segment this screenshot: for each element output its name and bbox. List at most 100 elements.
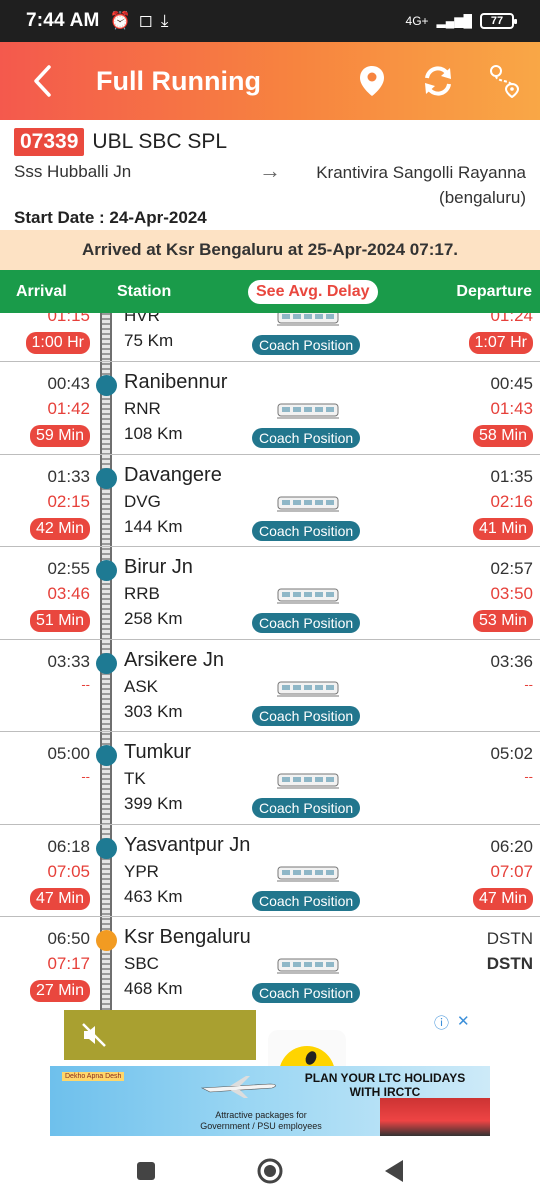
arrival-scheduled: 05:00	[47, 744, 90, 763]
station-code: TK	[124, 769, 146, 788]
coach-position-button[interactable]: Coach Position	[252, 335, 361, 355]
departure-actual: 01:24	[490, 313, 533, 325]
station-distance: 108 Km	[124, 424, 183, 443]
stop-dot	[96, 745, 117, 766]
square-icon	[137, 1162, 155, 1180]
header-departure: Departure	[456, 282, 532, 300]
station-code: RRB	[124, 584, 160, 603]
station-row: 00:43 01:42 59 Min Ranibennur RNR 108 Km…	[0, 362, 540, 455]
arrival-delay-badge: 42 Min	[29, 517, 90, 540]
route-from: Sss Hubballi Jn	[14, 162, 132, 181]
network-label: 4G+	[405, 14, 429, 28]
departure-scheduled: 05:02	[490, 744, 533, 763]
station-list[interactable]: 01:15 1:00 Hr HVR 75 Km Coach Position 0…	[0, 313, 540, 1010]
arrival-actual: 02:15	[47, 491, 90, 511]
station-name: Arsikere Jn	[124, 648, 225, 671]
stop-dot	[96, 375, 117, 396]
departure-scheduled: 00:45	[490, 374, 533, 393]
station-distance: 463 Km	[124, 886, 183, 906]
departure-actual: --	[524, 676, 533, 692]
ad-info-icon[interactable]: ⓘ	[434, 1012, 449, 1033]
battery-level: 77	[490, 15, 504, 27]
arrival-actual: --	[81, 676, 90, 692]
arrival-delay-badge: 47 Min	[29, 887, 90, 910]
station-distance: 399 Km	[124, 794, 183, 813]
coach-position-button[interactable]: Coach Position	[252, 798, 361, 818]
ad-headline: PLAN YOUR LTC HOLIDAYS WITH IRCTC	[304, 1071, 466, 1099]
battery-icon: 77	[480, 13, 517, 29]
departure-delay-badge: 41 Min	[472, 517, 533, 540]
route-to: Krantivira Sangolli Rayanna (bengaluru)	[316, 163, 526, 207]
arrival-actual: 03:46	[47, 584, 90, 603]
station-row: 01:33 02:15 42 Min Davangere DVG 144 Km …	[0, 455, 540, 547]
station-distance: 303 Km	[124, 701, 183, 721]
departure-delay-badge: 47 Min	[472, 887, 533, 910]
stop-dot	[96, 560, 117, 581]
coach-position-button[interactable]: Coach Position	[252, 613, 361, 633]
back-nav-button[interactable]	[377, 1154, 411, 1188]
ad-mute-button[interactable]	[64, 1010, 256, 1060]
status-notification-icons: ⏰ ◻ ⤓	[110, 11, 169, 31]
arrival-delay-badge: 1:00 Hr	[25, 332, 90, 354]
coach-icon	[277, 957, 339, 975]
location-button[interactable]	[354, 63, 390, 99]
station-code: ASK	[124, 676, 159, 696]
coach-icon	[277, 865, 339, 883]
station-code: HVR	[124, 313, 160, 325]
train-number-badge: 07339	[14, 128, 85, 156]
arrival-delay-badge: 59 Min	[29, 425, 90, 447]
station-row: 02:55 03:46 51 Min Birur Jn RRB 258 Km C…	[0, 547, 540, 640]
header-station: Station	[117, 282, 172, 300]
coach-icon	[277, 495, 339, 513]
departure-scheduled: 02:57	[490, 559, 533, 578]
stop-dot	[96, 652, 117, 674]
station-distance: 144 Km	[124, 516, 183, 536]
arrival-actual: 01:15	[47, 313, 90, 325]
ad-close-icon[interactable]: ✕	[457, 1012, 470, 1033]
coach-position-button[interactable]: Coach Position	[252, 983, 361, 1003]
station-code: SBC	[124, 954, 159, 973]
departure-scheduled: 01:35	[490, 466, 533, 486]
coach-position-button[interactable]: Coach Position	[252, 520, 361, 541]
current-stop-dot	[96, 930, 117, 951]
station-name: Ksr Bengaluru	[124, 926, 251, 948]
mute-icon	[82, 1023, 106, 1047]
see-avg-delay-button[interactable]: See Avg. Delay	[248, 279, 378, 304]
timetable-header: Arrival Station See Avg. Delay Departure	[0, 270, 540, 313]
arrival-scheduled: 06:50	[47, 929, 90, 948]
ad-banner[interactable]: Dekho Apna Desh PLAN YOUR LTC HOLIDAYS W…	[50, 1066, 490, 1136]
location-pin-icon	[360, 66, 384, 96]
airplane-icon	[200, 1076, 276, 1098]
coach-position-button[interactable]: Coach Position	[252, 428, 361, 448]
coach-position-button[interactable]: Coach Position	[252, 705, 361, 726]
departure-actual: 01:43	[490, 399, 533, 418]
arrival-actual: 01:42	[47, 399, 90, 418]
departure-actual: --	[524, 769, 533, 784]
arrival-delay-badge: 51 Min	[29, 610, 90, 632]
station-distance: 75 Km	[124, 331, 174, 350]
refresh-icon	[425, 66, 451, 96]
departure-actual: DSTN	[486, 954, 533, 973]
route-map-button[interactable]	[486, 63, 522, 99]
station-row: 06:18 07:05 47 Min Yasvantpur Jn YPR 463…	[0, 825, 540, 917]
ad-brand: Dekho Apna Desh	[62, 1072, 125, 1081]
status-right: 4G+ ▂▄▆█ 77	[405, 13, 517, 29]
route-row: Sss Hubballi Jn → Krantivira Sangolli Ra…	[14, 160, 526, 210]
station-name: Ranibennur	[124, 371, 228, 393]
train-name: UBL SBC SPL	[92, 130, 228, 153]
arrival-scheduled: 00:43	[47, 374, 90, 393]
coach-position-button[interactable]: Coach Position	[252, 890, 361, 911]
arrival-actual: 07:17	[47, 954, 90, 973]
ad-train-image	[380, 1098, 490, 1136]
signal-icon: ▂▄▆█	[436, 14, 472, 28]
home-button[interactable]	[253, 1154, 287, 1188]
recents-button[interactable]	[129, 1154, 163, 1188]
back-button[interactable]	[22, 61, 62, 101]
arrival-scheduled: 01:33	[47, 466, 90, 486]
arrival-actual: 07:05	[47, 861, 90, 881]
circle-icon	[257, 1158, 283, 1184]
refresh-button[interactable]	[420, 63, 456, 99]
departure-scheduled: 03:36	[490, 651, 533, 671]
status-time: 7:44 AM	[26, 10, 100, 31]
departure-delay-badge: 58 Min	[472, 425, 533, 447]
